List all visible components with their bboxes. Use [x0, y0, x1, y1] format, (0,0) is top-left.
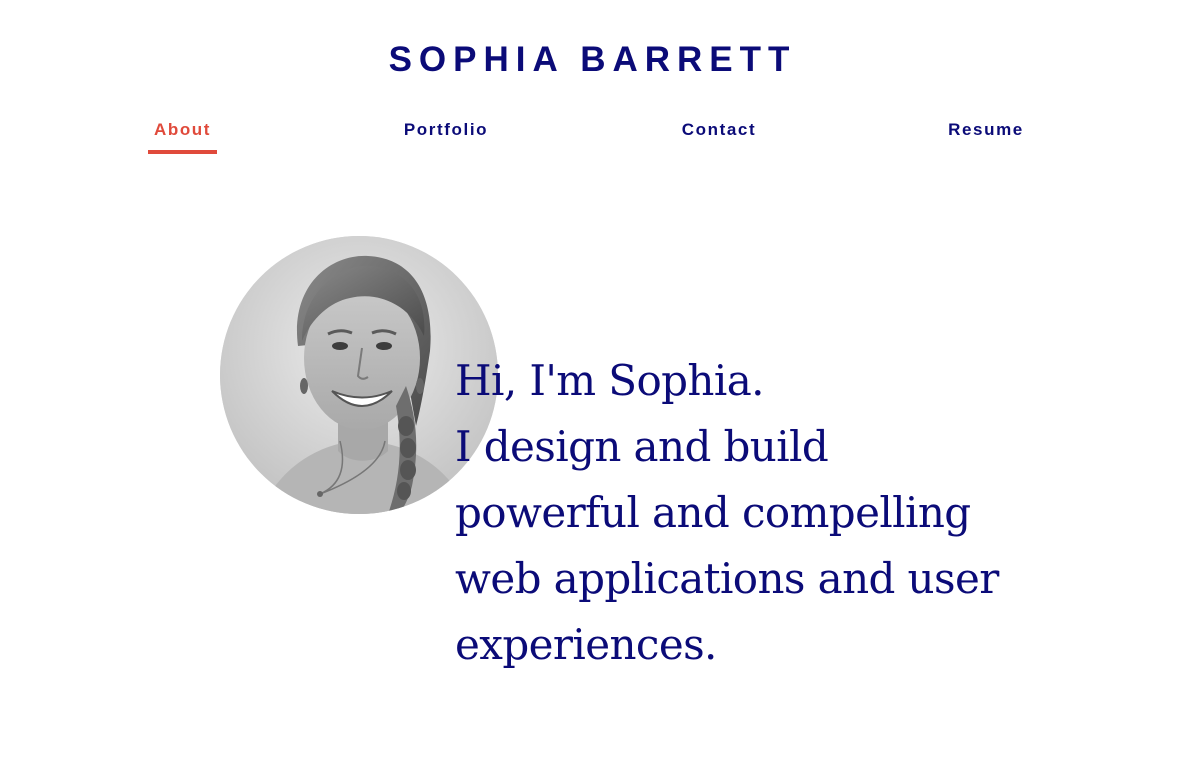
active-tab-underline	[148, 150, 217, 154]
nav-item-label: Portfolio	[403, 120, 489, 139]
nav-item-label: Resume	[948, 120, 1024, 139]
intro-tagline: I design and build powerful and compelli…	[455, 422, 999, 669]
nav-item-portfolio[interactable]: Portfolio	[396, 112, 496, 154]
site-title[interactable]: SOPHIA BARRETT	[0, 36, 1178, 84]
main-nav: About Portfolio Contact Resume	[0, 112, 1178, 162]
nav-item-label: About	[153, 120, 212, 139]
nav-item-label: Contact	[681, 120, 757, 139]
intro-text: Hi, I'm Sophia. I design and build power…	[455, 348, 1075, 678]
nav-item-contact[interactable]: Contact	[676, 112, 762, 154]
nav-item-about[interactable]: About	[148, 112, 217, 154]
nav-item-resume[interactable]: Resume	[943, 112, 1029, 154]
intro-greeting: Hi, I'm Sophia.	[455, 356, 765, 405]
